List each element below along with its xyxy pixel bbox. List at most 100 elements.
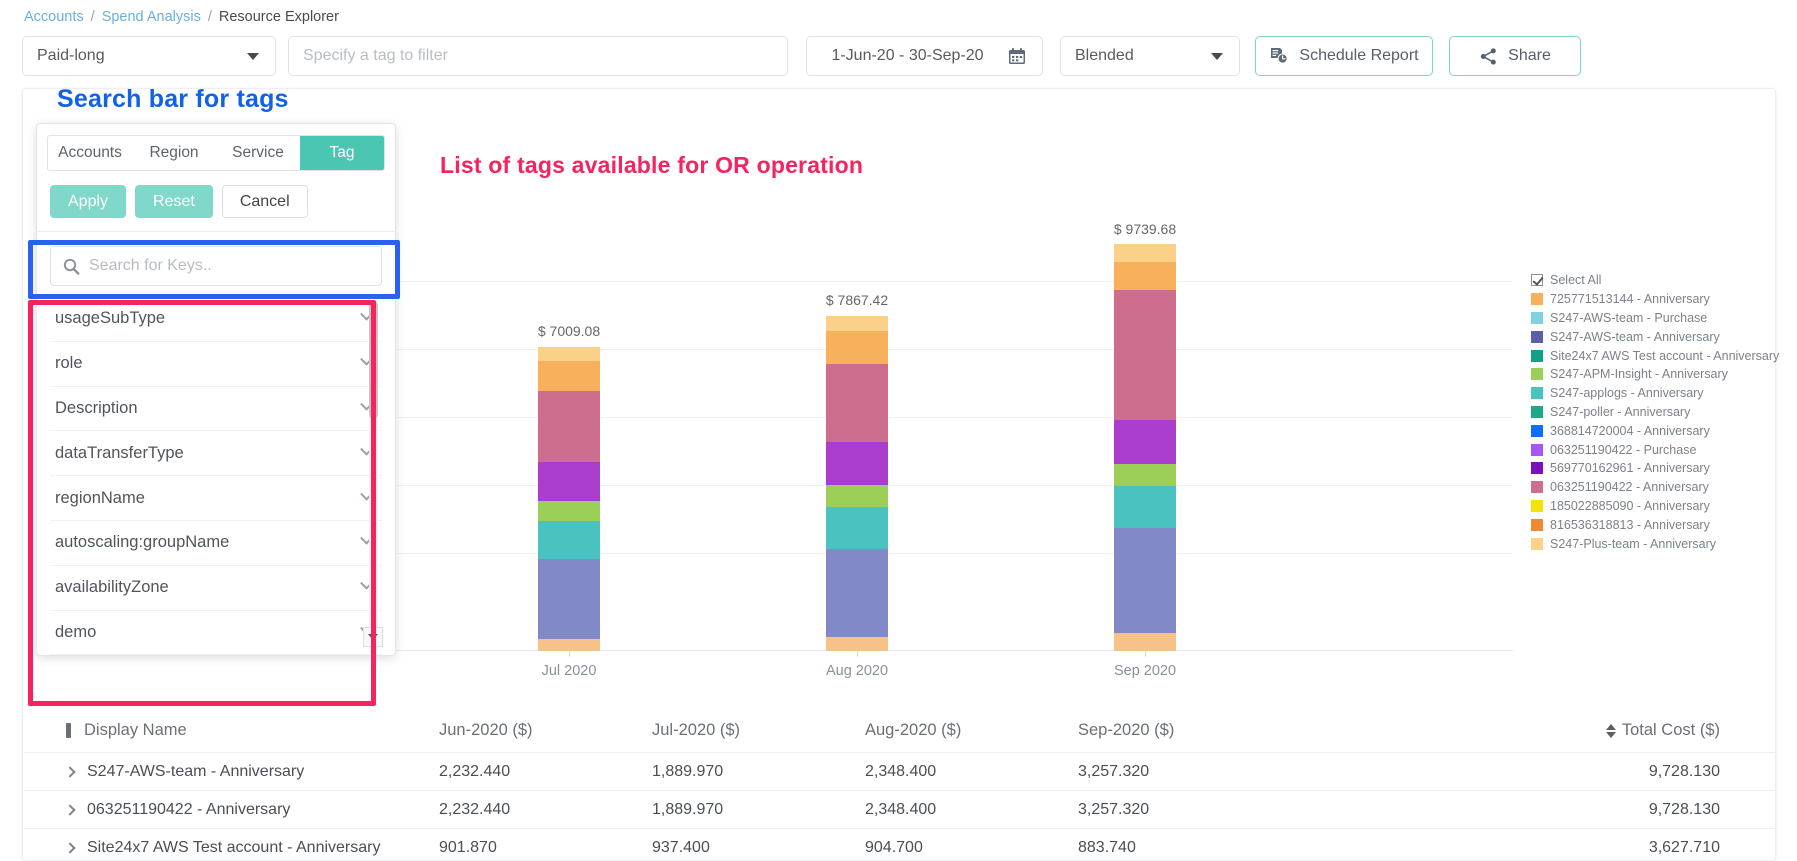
- cancel-button[interactable]: Cancel: [222, 185, 308, 218]
- column-header-aug[interactable]: Aug-2020 ($): [865, 721, 1078, 740]
- bar-segment: [826, 316, 888, 331]
- legend-swatch: [1531, 425, 1543, 437]
- share-button[interactable]: Share: [1449, 36, 1581, 76]
- tag-key-row[interactable]: demo: [50, 611, 382, 655]
- schedule-report-button[interactable]: Schedule Report: [1255, 36, 1433, 76]
- row-name-label: S247-AWS-team - Anniversary: [87, 763, 304, 781]
- keylist-scroll-thumb[interactable]: [369, 301, 378, 419]
- table-row[interactable]: 063251190422 - Anniversary 2,232.440 1,8…: [24, 791, 1776, 829]
- legend-item[interactable]: 063251190422 - Purchase: [1531, 440, 1781, 459]
- chevron-right-icon[interactable]: [64, 804, 75, 815]
- stacked-bar[interactable]: [538, 347, 600, 651]
- column-header-display-name[interactable]: Display Name: [24, 721, 439, 740]
- column-header-label: Total Cost ($): [1622, 721, 1720, 740]
- row-name-cell[interactable]: 063251190422 - Anniversary: [24, 801, 439, 819]
- tab-tag[interactable]: Tag: [300, 136, 384, 170]
- row-sep-value: 3,257.320: [1078, 801, 1291, 819]
- tag-key-row[interactable]: availabilityZone: [50, 566, 382, 611]
- filter-tabs: Accounts Region Service Tag: [47, 135, 385, 171]
- x-axis-label: Aug 2020: [826, 663, 888, 679]
- column-header-total-cost[interactable]: Total Cost ($): [1291, 721, 1776, 740]
- legend-item[interactable]: S247-Plus-team - Anniversary: [1531, 534, 1781, 553]
- search-input[interactable]: [89, 257, 369, 275]
- legend-item[interactable]: 569770162961 - Anniversary: [1531, 459, 1781, 478]
- tag-key-row[interactable]: autoscaling:groupName: [50, 521, 382, 566]
- date-range-value: 1-Jun-20 - 30-Sep-20: [807, 47, 1008, 65]
- legend-item[interactable]: S247-AWS-team - Anniversary: [1531, 327, 1781, 346]
- tag-key-label: usageSubType: [55, 309, 165, 328]
- sort-icon[interactable]: [1606, 724, 1616, 738]
- bar-total-label: $ 9739.68: [1114, 221, 1176, 237]
- bar-segment: [1114, 464, 1176, 486]
- tag-filter-placeholder: Specify a tag to filter: [289, 47, 787, 65]
- tag-key-label: autoscaling:groupName: [55, 533, 229, 552]
- legend-select-all[interactable]: Select All: [1531, 271, 1781, 290]
- legend-swatch: [1531, 519, 1543, 531]
- tag-key-row[interactable]: dataTransferType: [50, 431, 382, 476]
- column-header-sep[interactable]: Sep-2020 ($): [1078, 721, 1291, 740]
- chevron-right-icon[interactable]: [64, 766, 75, 777]
- bar-segment: [1114, 420, 1176, 464]
- legend-swatch: [1531, 312, 1543, 324]
- bar-segment: [1114, 486, 1176, 528]
- tag-key-row[interactable]: role: [50, 342, 382, 387]
- tag-key-row[interactable]: regionName: [50, 476, 382, 521]
- date-range-picker[interactable]: 1-Jun-20 - 30-Sep-20: [806, 36, 1043, 76]
- tab-service[interactable]: Service: [216, 136, 300, 170]
- tag-key-label: regionName: [55, 489, 145, 508]
- chevron-down-icon: [247, 53, 259, 60]
- gridline: [383, 281, 1513, 282]
- table-row[interactable]: Site24x7 AWS Test account - Anniversary …: [24, 829, 1776, 861]
- legend-item-label: S247-APM-Insight - Anniversary: [1550, 367, 1728, 381]
- legend-item[interactable]: S247-AWS-team - Purchase: [1531, 309, 1781, 328]
- axis-tick: [1145, 651, 1146, 657]
- bar-segment: [538, 391, 600, 462]
- breadcrumb-link-accounts[interactable]: Accounts: [24, 9, 84, 25]
- row-total-value: 9,728.130: [1291, 801, 1776, 819]
- cost-type-value: Blended: [1061, 47, 1211, 65]
- bar-segment: [826, 637, 888, 651]
- tab-region[interactable]: Region: [132, 136, 216, 170]
- legend-item-label: 063251190422 - Anniversary: [1550, 480, 1709, 494]
- bar-segment: [538, 501, 600, 521]
- chevron-right-icon[interactable]: [64, 842, 75, 853]
- drag-handle-icon[interactable]: [66, 723, 71, 738]
- key-search-box[interactable]: [50, 246, 382, 286]
- schedule-report-icon: [1269, 46, 1289, 66]
- checkbox-icon[interactable]: [1531, 274, 1543, 286]
- legend-item[interactable]: 725771513144 - Anniversary: [1531, 290, 1781, 309]
- column-header-jul[interactable]: Jul-2020 ($): [652, 721, 865, 740]
- keylist-scrollbar[interactable]: [369, 301, 378, 651]
- column-header-jun[interactable]: Jun-2020 ($): [439, 721, 652, 740]
- tag-key-row[interactable]: Description: [50, 387, 382, 432]
- filter-action-row: Apply Reset Cancel: [37, 171, 395, 218]
- keylist-scroll-down-arrow[interactable]: [363, 627, 383, 647]
- legend-item[interactable]: S247-APM-Insight - Anniversary: [1531, 365, 1781, 384]
- annotation-tag-list: List of tags available for OR operation: [440, 152, 863, 179]
- reset-button[interactable]: Reset: [135, 185, 213, 218]
- bar-segment: [826, 485, 888, 507]
- legend-swatch: [1531, 538, 1543, 550]
- legend-item[interactable]: S247-applogs - Anniversary: [1531, 384, 1781, 403]
- tag-key-label: Description: [55, 399, 138, 418]
- legend-item[interactable]: 816536318813 - Anniversary: [1531, 515, 1781, 534]
- tag-key-row[interactable]: usageSubType: [50, 297, 382, 342]
- account-select[interactable]: Paid-long: [22, 36, 276, 76]
- tag-filter-input[interactable]: Specify a tag to filter: [288, 36, 788, 76]
- table-row[interactable]: S247-AWS-team - Anniversary 2,232.440 1,…: [24, 753, 1776, 791]
- cost-type-select[interactable]: Blended: [1060, 36, 1240, 76]
- tag-filter-popover: Accounts Region Service Tag Apply Reset …: [36, 123, 396, 656]
- legend-item[interactable]: 368814720004 - Anniversary: [1531, 421, 1781, 440]
- legend-item[interactable]: 063251190422 - Anniversary: [1531, 478, 1781, 497]
- row-name-cell[interactable]: S247-AWS-team - Anniversary: [24, 763, 439, 781]
- row-name-cell[interactable]: Site24x7 AWS Test account - Anniversary: [24, 839, 439, 857]
- tab-accounts[interactable]: Accounts: [48, 136, 132, 170]
- legend-item[interactable]: Site24x7 AWS Test account - Anniversary: [1531, 346, 1781, 365]
- breadcrumb-link-spend-analysis[interactable]: Spend Analysis: [102, 9, 201, 25]
- stacked-bar[interactable]: [826, 316, 888, 651]
- apply-button[interactable]: Apply: [50, 185, 126, 218]
- legend-swatch: [1531, 406, 1543, 418]
- legend-item[interactable]: S247-poller - Anniversary: [1531, 403, 1781, 422]
- stacked-bar[interactable]: [1114, 244, 1176, 651]
- legend-item[interactable]: 185022885090 - Anniversary: [1531, 497, 1781, 516]
